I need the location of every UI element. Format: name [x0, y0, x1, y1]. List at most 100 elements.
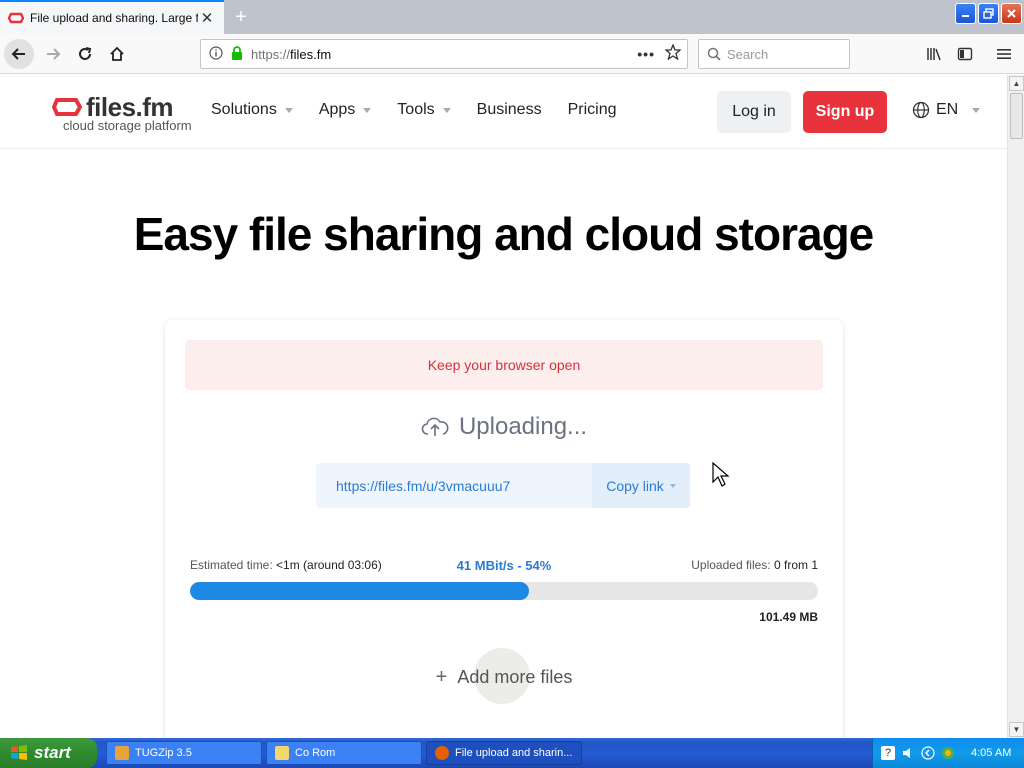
chevron-down-icon — [669, 483, 676, 488]
reload-icon — [79, 47, 92, 60]
taskbar-item-label: File upload and sharin... — [455, 747, 573, 759]
chevron-down-icon — [363, 107, 372, 113]
cloud-upload-icon — [421, 417, 449, 436]
web-page: files.fm cloud storage platform Solution… — [0, 75, 1007, 738]
library-icon[interactable] — [920, 39, 948, 69]
menu-item-label: Business — [476, 101, 542, 118]
tab-close-icon[interactable]: ✕ — [198, 9, 216, 27]
url-bar[interactable]: https://files.fm ••• — [200, 39, 688, 69]
taskbar-item-tugzip[interactable]: TUGZip 3.5 — [106, 741, 262, 765]
speaker-icon[interactable] — [901, 746, 915, 760]
minimize-button[interactable] — [955, 3, 976, 24]
tray-chevron-icon[interactable] — [921, 746, 935, 760]
taskbar-item-folder[interactable]: Co Rom — [266, 741, 422, 765]
scroll-up-icon[interactable]: ▲ — [1009, 76, 1024, 91]
search-placeholder: Search — [727, 46, 769, 62]
forward-arrow-icon — [47, 48, 61, 60]
language-label: EN — [936, 101, 959, 118]
site-header: files.fm cloud storage platform Solution… — [0, 75, 1007, 149]
page-actions-icon[interactable]: ••• — [637, 46, 655, 62]
window-controls — [955, 3, 1022, 24]
info-icon[interactable] — [209, 45, 223, 63]
url-host: files.fm — [290, 46, 332, 62]
scroll-thumb[interactable] — [1010, 93, 1023, 139]
sidebar-toggle-icon[interactable] — [951, 39, 979, 69]
scroll-down-icon[interactable]: ▼ — [1009, 722, 1024, 737]
back-button[interactable] — [4, 39, 34, 69]
firefox-icon — [435, 746, 449, 760]
hero-title: Easy file sharing and cloud storage — [133, 208, 875, 260]
logo-tagline: cloud storage platform — [63, 118, 192, 133]
add-more-files-button[interactable]: + Add more files — [165, 666, 843, 689]
start-label: start — [34, 743, 71, 762]
new-tab-button[interactable]: + — [230, 6, 252, 28]
upload-progress-fill — [190, 582, 530, 600]
menu-item-pricing[interactable]: Pricing — [568, 101, 617, 119]
add-more-files-label: Add more files — [457, 667, 573, 687]
bookmark-star-icon[interactable] — [664, 43, 682, 63]
system-tray: ? 4:05 AM — [872, 738, 1024, 768]
upload-stats: Estimated time: <1m (around 03:06) 41 MB… — [190, 558, 818, 574]
signup-button[interactable]: Sign up — [803, 91, 887, 133]
windows-logo-icon — [11, 745, 27, 760]
restore-button[interactable] — [978, 3, 999, 24]
browser-navbar: https://files.fm ••• Search — [0, 34, 1024, 74]
logo-mark-icon — [52, 98, 82, 116]
uploaded-files: Uploaded files: 0 from 1 — [691, 558, 818, 572]
tugzip-icon — [115, 746, 129, 760]
chevron-down-icon — [972, 107, 981, 113]
menu-item-tools[interactable]: Tools — [397, 101, 451, 119]
files-fm-favicon-icon — [8, 10, 24, 26]
taskbar-item-label: Co Rom — [295, 747, 336, 759]
close-window-button[interactable] — [1001, 3, 1022, 24]
menu-item-business[interactable]: Business — [477, 101, 542, 119]
folder-icon — [275, 746, 289, 760]
copy-link-button[interactable]: Copy link — [592, 463, 690, 508]
url-protocol: https:// — [251, 46, 291, 62]
chevron-down-icon — [442, 107, 451, 113]
menu-item-label: Tools — [397, 101, 435, 118]
plus-icon: + — [435, 666, 448, 688]
keep-browser-open-alert: Keep your browser open — [185, 340, 823, 390]
home-button[interactable] — [102, 39, 132, 69]
upload-progress-bar — [190, 582, 818, 600]
taskbar-item-label: TUGZip 3.5 — [135, 747, 192, 759]
start-button[interactable]: start — [0, 738, 97, 768]
upload-status-text: Uploading... — [458, 413, 588, 440]
menu-hamburger-icon[interactable] — [990, 39, 1018, 69]
tab-title: File upload and sharing. Large file — [30, 11, 198, 25]
home-icon — [110, 46, 124, 61]
menu-item-label: Pricing — [567, 101, 617, 118]
share-link[interactable]: https://files.fm/u/3vmacuuu7 — [316, 478, 592, 494]
main-menu: Solutions Apps Tools Business Pricing — [211, 101, 642, 119]
menu-item-apps[interactable]: Apps — [319, 101, 372, 119]
login-button[interactable]: Log in — [717, 91, 791, 133]
browser-tab-strip: File upload and sharing. Large file ✕ + — [0, 0, 1024, 34]
browser-tab[interactable]: File upload and sharing. Large file ✕ — [0, 0, 224, 34]
globe-icon — [912, 101, 930, 119]
menu-item-label: Solutions — [211, 101, 277, 118]
reload-button[interactable] — [70, 39, 100, 69]
language-selector[interactable]: EN — [912, 101, 981, 119]
mouse-cursor-icon — [712, 462, 730, 487]
forward-button[interactable] — [38, 39, 68, 69]
windows-taskbar: start TUGZip 3.5 Co Rom File upload and … — [0, 738, 1024, 768]
taskbar-clock: 4:05 AM — [971, 747, 1012, 759]
chevron-down-icon — [284, 107, 293, 113]
upload-card: Keep your browser open Uploading... http… — [165, 320, 843, 738]
share-link-box: https://files.fm/u/3vmacuuu7 Copy link — [316, 463, 690, 508]
taskbar-item-firefox[interactable]: File upload and sharin... — [426, 741, 582, 765]
network-icon[interactable] — [941, 746, 955, 760]
upload-status: Uploading... — [165, 413, 843, 441]
upload-size: 101.49 MB — [759, 610, 818, 624]
page-scrollbar[interactable]: ▲ ▼ — [1007, 75, 1024, 738]
files-fm-logo[interactable]: files.fm cloud storage platform — [52, 92, 192, 133]
search-bar[interactable]: Search — [698, 39, 850, 69]
help-icon[interactable]: ? — [881, 746, 895, 760]
lock-icon[interactable] — [231, 45, 243, 63]
search-icon — [707, 47, 721, 61]
back-arrow-icon — [11, 48, 25, 60]
uploaded-files-value: 0 from 1 — [773, 558, 818, 572]
menu-item-solutions[interactable]: Solutions — [211, 101, 293, 119]
copy-link-label: Copy link — [606, 477, 664, 494]
